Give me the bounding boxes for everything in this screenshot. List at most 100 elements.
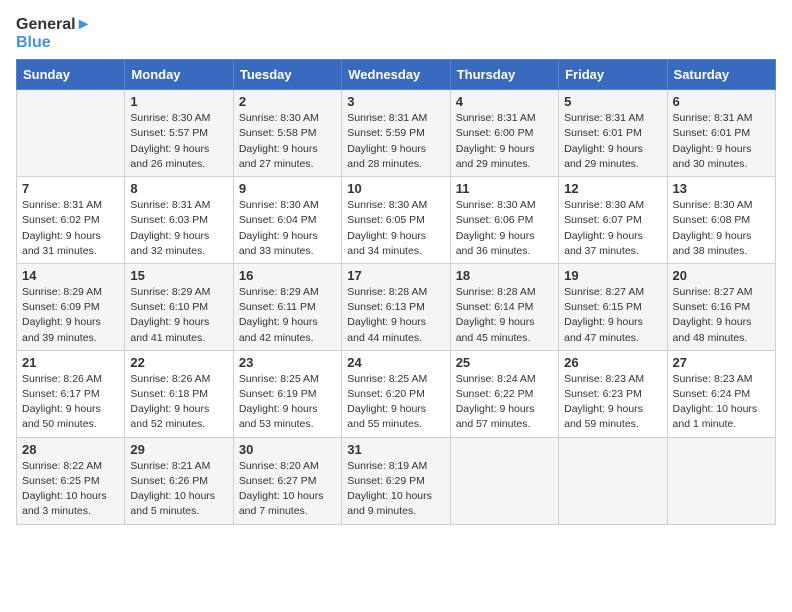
day-info: Sunrise: 8:31 AM Sunset: 6:00 PM Dayligh… (456, 111, 553, 172)
day-number: 19 (564, 268, 661, 283)
column-header-tuesday: Tuesday (233, 60, 341, 90)
calendar-cell: 12 Sunrise: 8:30 AM Sunset: 6:07 PM Dayl… (559, 177, 667, 264)
day-info: Sunrise: 8:28 AM Sunset: 6:14 PM Dayligh… (456, 285, 553, 346)
calendar-cell: 15 Sunrise: 8:29 AM Sunset: 6:10 PM Dayl… (125, 263, 233, 350)
day-number: 20 (673, 268, 770, 283)
calendar-cell: 24 Sunrise: 8:25 AM Sunset: 6:20 PM Dayl… (342, 350, 450, 437)
day-number: 10 (347, 181, 444, 196)
day-number: 31 (347, 442, 444, 457)
calendar-cell: 21 Sunrise: 8:26 AM Sunset: 6:17 PM Dayl… (17, 350, 125, 437)
calendar-cell: 8 Sunrise: 8:31 AM Sunset: 6:03 PM Dayli… (125, 177, 233, 264)
calendar-cell: 17 Sunrise: 8:28 AM Sunset: 6:13 PM Dayl… (342, 263, 450, 350)
day-info: Sunrise: 8:25 AM Sunset: 6:19 PM Dayligh… (239, 372, 336, 433)
logo-general: General► (16, 16, 91, 34)
calendar-cell: 31 Sunrise: 8:19 AM Sunset: 6:29 PM Dayl… (342, 437, 450, 524)
day-number: 1 (130, 94, 227, 109)
day-info: Sunrise: 8:22 AM Sunset: 6:25 PM Dayligh… (22, 459, 119, 520)
calendar-cell: 10 Sunrise: 8:30 AM Sunset: 6:05 PM Dayl… (342, 177, 450, 264)
calendar-cell: 20 Sunrise: 8:27 AM Sunset: 6:16 PM Dayl… (667, 263, 775, 350)
day-info: Sunrise: 8:29 AM Sunset: 6:11 PM Dayligh… (239, 285, 336, 346)
calendar-cell: 27 Sunrise: 8:23 AM Sunset: 6:24 PM Dayl… (667, 350, 775, 437)
day-info: Sunrise: 8:23 AM Sunset: 6:23 PM Dayligh… (564, 372, 661, 433)
day-info: Sunrise: 8:27 AM Sunset: 6:16 PM Dayligh… (673, 285, 770, 346)
day-info: Sunrise: 8:23 AM Sunset: 6:24 PM Dayligh… (673, 372, 770, 433)
day-info: Sunrise: 8:26 AM Sunset: 6:17 PM Dayligh… (22, 372, 119, 433)
calendar-cell: 25 Sunrise: 8:24 AM Sunset: 6:22 PM Dayl… (450, 350, 558, 437)
day-number: 13 (673, 181, 770, 196)
calendar-week-4: 21 Sunrise: 8:26 AM Sunset: 6:17 PM Dayl… (17, 350, 776, 437)
day-number: 5 (564, 94, 661, 109)
day-number: 2 (239, 94, 336, 109)
day-number: 28 (22, 442, 119, 457)
calendar-week-5: 28 Sunrise: 8:22 AM Sunset: 6:25 PM Dayl… (17, 437, 776, 524)
logo-blue: Blue (16, 34, 91, 52)
day-number: 27 (673, 355, 770, 370)
day-info: Sunrise: 8:30 AM Sunset: 5:57 PM Dayligh… (130, 111, 227, 172)
calendar-cell: 18 Sunrise: 8:28 AM Sunset: 6:14 PM Dayl… (450, 263, 558, 350)
day-info: Sunrise: 8:30 AM Sunset: 6:05 PM Dayligh… (347, 198, 444, 259)
day-number: 29 (130, 442, 227, 457)
day-number: 26 (564, 355, 661, 370)
day-info: Sunrise: 8:27 AM Sunset: 6:15 PM Dayligh… (564, 285, 661, 346)
column-header-saturday: Saturday (667, 60, 775, 90)
calendar-cell: 2 Sunrise: 8:30 AM Sunset: 5:58 PM Dayli… (233, 90, 341, 177)
day-number: 8 (130, 181, 227, 196)
calendar-cell: 26 Sunrise: 8:23 AM Sunset: 6:23 PM Dayl… (559, 350, 667, 437)
day-number: 14 (22, 268, 119, 283)
day-info: Sunrise: 8:19 AM Sunset: 6:29 PM Dayligh… (347, 459, 444, 520)
calendar-week-3: 14 Sunrise: 8:29 AM Sunset: 6:09 PM Dayl… (17, 263, 776, 350)
calendar-cell: 5 Sunrise: 8:31 AM Sunset: 6:01 PM Dayli… (559, 90, 667, 177)
day-info: Sunrise: 8:25 AM Sunset: 6:20 PM Dayligh… (347, 372, 444, 433)
day-info: Sunrise: 8:30 AM Sunset: 6:08 PM Dayligh… (673, 198, 770, 259)
day-number: 12 (564, 181, 661, 196)
calendar-cell: 11 Sunrise: 8:30 AM Sunset: 6:06 PM Dayl… (450, 177, 558, 264)
day-number: 3 (347, 94, 444, 109)
day-info: Sunrise: 8:21 AM Sunset: 6:26 PM Dayligh… (130, 459, 227, 520)
day-info: Sunrise: 8:31 AM Sunset: 5:59 PM Dayligh… (347, 111, 444, 172)
calendar-cell: 3 Sunrise: 8:31 AM Sunset: 5:59 PM Dayli… (342, 90, 450, 177)
day-info: Sunrise: 8:26 AM Sunset: 6:18 PM Dayligh… (130, 372, 227, 433)
calendar-week-1: 1 Sunrise: 8:30 AM Sunset: 5:57 PM Dayli… (17, 90, 776, 177)
day-info: Sunrise: 8:24 AM Sunset: 6:22 PM Dayligh… (456, 372, 553, 433)
day-number: 16 (239, 268, 336, 283)
day-number: 4 (456, 94, 553, 109)
day-info: Sunrise: 8:30 AM Sunset: 6:04 PM Dayligh… (239, 198, 336, 259)
calendar-cell: 14 Sunrise: 8:29 AM Sunset: 6:09 PM Dayl… (17, 263, 125, 350)
day-info: Sunrise: 8:29 AM Sunset: 6:10 PM Dayligh… (130, 285, 227, 346)
day-info: Sunrise: 8:30 AM Sunset: 5:58 PM Dayligh… (239, 111, 336, 172)
calendar-cell (450, 437, 558, 524)
column-header-monday: Monday (125, 60, 233, 90)
day-number: 25 (456, 355, 553, 370)
day-number: 22 (130, 355, 227, 370)
day-info: Sunrise: 8:20 AM Sunset: 6:27 PM Dayligh… (239, 459, 336, 520)
day-info: Sunrise: 8:28 AM Sunset: 6:13 PM Dayligh… (347, 285, 444, 346)
column-header-sunday: Sunday (17, 60, 125, 90)
day-number: 11 (456, 181, 553, 196)
day-number: 9 (239, 181, 336, 196)
calendar-header-row: SundayMondayTuesdayWednesdayThursdayFrid… (17, 60, 776, 90)
page-header: General► Blue (16, 16, 776, 51)
calendar-cell (559, 437, 667, 524)
calendar-cell: 23 Sunrise: 8:25 AM Sunset: 6:19 PM Dayl… (233, 350, 341, 437)
logo: General► Blue (16, 16, 91, 51)
day-info: Sunrise: 8:31 AM Sunset: 6:02 PM Dayligh… (22, 198, 119, 259)
calendar-cell: 29 Sunrise: 8:21 AM Sunset: 6:26 PM Dayl… (125, 437, 233, 524)
column-header-friday: Friday (559, 60, 667, 90)
day-info: Sunrise: 8:30 AM Sunset: 6:07 PM Dayligh… (564, 198, 661, 259)
calendar-cell: 7 Sunrise: 8:31 AM Sunset: 6:02 PM Dayli… (17, 177, 125, 264)
calendar-cell (667, 437, 775, 524)
calendar-cell (17, 90, 125, 177)
day-number: 17 (347, 268, 444, 283)
calendar-cell: 28 Sunrise: 8:22 AM Sunset: 6:25 PM Dayl… (17, 437, 125, 524)
day-info: Sunrise: 8:31 AM Sunset: 6:01 PM Dayligh… (673, 111, 770, 172)
column-header-wednesday: Wednesday (342, 60, 450, 90)
day-info: Sunrise: 8:30 AM Sunset: 6:06 PM Dayligh… (456, 198, 553, 259)
calendar-cell: 13 Sunrise: 8:30 AM Sunset: 6:08 PM Dayl… (667, 177, 775, 264)
calendar-cell: 6 Sunrise: 8:31 AM Sunset: 6:01 PM Dayli… (667, 90, 775, 177)
day-info: Sunrise: 8:31 AM Sunset: 6:01 PM Dayligh… (564, 111, 661, 172)
calendar-cell: 9 Sunrise: 8:30 AM Sunset: 6:04 PM Dayli… (233, 177, 341, 264)
day-number: 21 (22, 355, 119, 370)
day-number: 23 (239, 355, 336, 370)
calendar-cell: 30 Sunrise: 8:20 AM Sunset: 6:27 PM Dayl… (233, 437, 341, 524)
calendar-week-2: 7 Sunrise: 8:31 AM Sunset: 6:02 PM Dayli… (17, 177, 776, 264)
